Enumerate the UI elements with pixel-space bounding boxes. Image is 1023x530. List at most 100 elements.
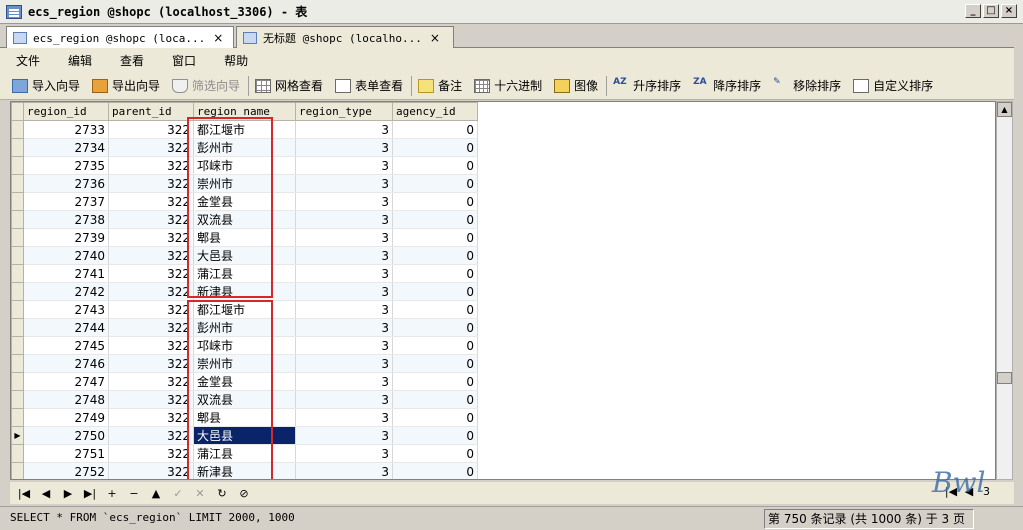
cell-region-id[interactable]: 2740 <box>23 246 109 265</box>
tab-ecs-region[interactable]: ecs_region @shopc (loca... × <box>6 26 234 49</box>
table-row[interactable]: 2740 322 大邑县 3 0 <box>11 246 478 265</box>
cell-agency-id[interactable]: 0 <box>392 156 478 175</box>
row-selector[interactable] <box>11 336 24 355</box>
menu-edit[interactable]: 编辑 <box>56 52 104 69</box>
cell-parent-id[interactable]: 322 <box>108 372 194 391</box>
table-row[interactable]: 2736 322 崇州市 3 0 <box>11 174 478 193</box>
tab-untitled-query[interactable]: 无标题 @shopc (localho... × <box>236 26 454 48</box>
row-selector[interactable] <box>11 210 24 229</box>
cell-region-type[interactable]: 3 <box>295 462 393 479</box>
data-grid[interactable]: region_id parent_id region_name region_t… <box>10 101 996 480</box>
row-selector[interactable] <box>11 192 24 211</box>
cell-agency-id[interactable]: 0 <box>392 408 478 427</box>
cell-parent-id[interactable]: 322 <box>108 120 194 139</box>
cell-parent-id[interactable]: 322 <box>108 444 194 463</box>
cell-parent-id[interactable]: 322 <box>108 318 194 337</box>
cell-region-name[interactable]: 崇州市 <box>193 174 296 193</box>
cell-region-name[interactable]: 崇州市 <box>193 354 296 373</box>
table-row[interactable]: 2743 322 都江堰市 3 0 <box>11 300 478 319</box>
cell-parent-id[interactable]: 322 <box>108 354 194 373</box>
cell-region-id[interactable]: 2749 <box>23 408 109 427</box>
cell-region-id[interactable]: 2738 <box>23 210 109 229</box>
close-button[interactable]: × <box>1001 4 1017 18</box>
maximize-button[interactable]: □ <box>983 4 999 18</box>
cell-region-name[interactable]: 新津县 <box>193 462 296 479</box>
cell-agency-id[interactable]: 0 <box>392 390 478 409</box>
cell-region-name[interactable]: 郫县 <box>193 408 296 427</box>
cell-parent-id[interactable]: 322 <box>108 228 194 247</box>
cell-region-id[interactable]: 2735 <box>23 156 109 175</box>
cell-region-name[interactable]: 大邑县 <box>193 426 296 445</box>
cell-region-name[interactable]: 蒲江县 <box>193 444 296 463</box>
table-row[interactable]: 2739 322 郫县 3 0 <box>11 228 478 247</box>
cell-agency-id[interactable]: 0 <box>392 462 478 479</box>
stop-icon[interactable]: ⊘ <box>236 487 252 500</box>
cell-region-type[interactable]: 3 <box>295 210 393 229</box>
row-selector[interactable] <box>11 372 24 391</box>
cell-region-id[interactable]: 2750 <box>23 426 109 445</box>
cell-region-type[interactable]: 3 <box>295 318 393 337</box>
menu-help[interactable]: 帮助 <box>212 52 260 69</box>
custom-sort-button[interactable]: 自定义排序 <box>853 77 933 94</box>
cell-parent-id[interactable]: 322 <box>108 300 194 319</box>
row-selector[interactable] <box>11 300 24 319</box>
cell-region-id[interactable]: 2734 <box>23 138 109 157</box>
column-header-region-type[interactable]: region_type <box>295 102 393 121</box>
row-selector[interactable] <box>11 444 24 463</box>
cell-region-type[interactable]: 3 <box>295 354 393 373</box>
cell-region-type[interactable]: 3 <box>295 300 393 319</box>
table-row[interactable]: 2746 322 崇州市 3 0 <box>11 354 478 373</box>
cell-region-id[interactable]: 2739 <box>23 228 109 247</box>
cell-agency-id[interactable]: 0 <box>392 246 478 265</box>
cell-parent-id[interactable]: 322 <box>108 390 194 409</box>
cell-region-name[interactable]: 邛崃市 <box>193 336 296 355</box>
table-row[interactable]: 2737 322 金堂县 3 0 <box>11 192 478 211</box>
cell-region-id[interactable]: 2742 <box>23 282 109 301</box>
vertical-scrollbar[interactable]: ▲ <box>996 101 1013 480</box>
cell-region-name[interactable]: 大邑县 <box>193 246 296 265</box>
cell-region-type[interactable]: 3 <box>295 444 393 463</box>
cell-region-name[interactable]: 金堂县 <box>193 192 296 211</box>
cell-agency-id[interactable]: 0 <box>392 228 478 247</box>
cell-parent-id[interactable]: 322 <box>108 138 194 157</box>
table-row[interactable]: 2748 322 双流县 3 0 <box>11 390 478 409</box>
minimize-button[interactable]: _ <box>965 4 981 18</box>
cell-region-id[interactable]: 2744 <box>23 318 109 337</box>
tab-close-icon[interactable]: × <box>430 31 440 45</box>
cell-agency-id[interactable]: 0 <box>392 318 478 337</box>
cell-region-id[interactable]: 2741 <box>23 264 109 283</box>
row-selector[interactable] <box>11 408 24 427</box>
table-row[interactable]: 2749 322 郫县 3 0 <box>11 408 478 427</box>
cell-region-id[interactable]: 2747 <box>23 372 109 391</box>
cell-region-type[interactable]: 3 <box>295 408 393 427</box>
cell-agency-id[interactable]: 0 <box>392 264 478 283</box>
edit-record-icon[interactable]: ▲ <box>148 487 164 500</box>
cell-region-id[interactable]: 2737 <box>23 192 109 211</box>
cell-agency-id[interactable]: 0 <box>392 426 478 445</box>
menu-window[interactable]: 窗口 <box>160 52 208 69</box>
first-record-icon[interactable]: |◀ <box>16 487 32 500</box>
table-row[interactable]: 2734 322 彭州市 3 0 <box>11 138 478 157</box>
menu-file[interactable]: 文件 <box>4 52 52 69</box>
import-wizard-button[interactable]: 导入向导 <box>12 77 80 94</box>
memo-button[interactable]: 备注 <box>418 77 462 94</box>
cell-region-type[interactable]: 3 <box>295 174 393 193</box>
column-header-agency-id[interactable]: agency_id <box>392 102 478 121</box>
row-selector[interactable] <box>11 282 24 301</box>
refresh-icon[interactable]: ↻ <box>214 487 230 500</box>
cell-parent-id[interactable]: 322 <box>108 264 194 283</box>
cell-region-id[interactable]: 2752 <box>23 462 109 479</box>
row-selector[interactable] <box>11 390 24 409</box>
cell-region-id[interactable]: 2736 <box>23 174 109 193</box>
column-header-region-name[interactable]: region_name <box>193 102 296 121</box>
filter-wizard-button[interactable]: 筛选向导 <box>172 77 240 94</box>
cell-parent-id[interactable]: 322 <box>108 282 194 301</box>
cell-agency-id[interactable]: 0 <box>392 138 478 157</box>
cell-agency-id[interactable]: 0 <box>392 300 478 319</box>
cell-region-id[interactable]: 2743 <box>23 300 109 319</box>
table-row[interactable]: 2733 322 都江堰市 3 0 <box>11 120 478 139</box>
row-selector[interactable] <box>11 462 24 479</box>
row-selector[interactable] <box>11 264 24 283</box>
next-record-icon[interactable]: ▶ <box>60 487 76 500</box>
row-selector[interactable] <box>11 138 24 157</box>
